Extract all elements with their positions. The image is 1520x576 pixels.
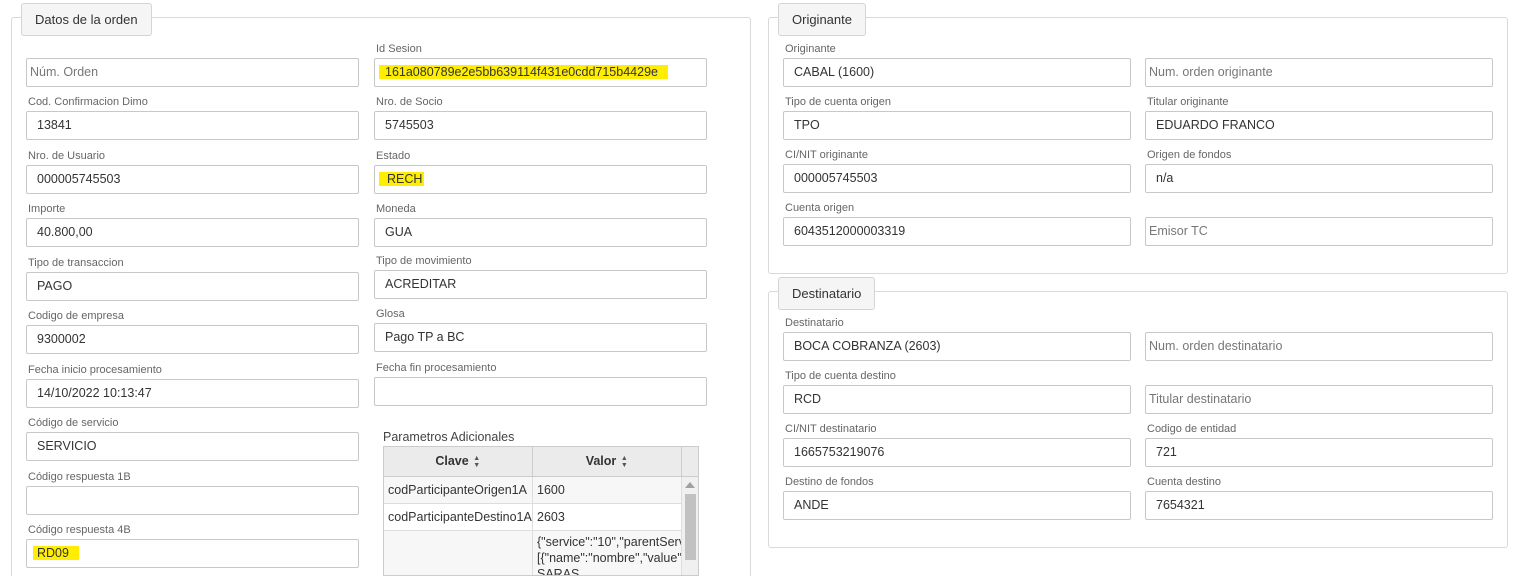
ci-nit-destinatario-input[interactable]: 1665753219076: [783, 438, 1131, 467]
codigo-entidad-label: Codigo de entidad: [1147, 423, 1237, 435]
codigo-servicio-input[interactable]: SERVICIO: [26, 432, 359, 461]
glosa-input[interactable]: Pago TP a BC: [374, 323, 707, 352]
estado-input[interactable]: RECH: [374, 165, 707, 194]
estado-label: Estado: [376, 150, 411, 162]
tipo-cuenta-origen-input[interactable]: TPO: [783, 111, 1131, 140]
destinatario-legend: Destinatario: [778, 277, 876, 310]
scrollbar-thumb[interactable]: [685, 494, 696, 560]
valor-line-3: SARAS: [537, 567, 580, 576]
col-valor-header[interactable]: Valor ▲▼: [533, 447, 682, 477]
titular-destinatario-input[interactable]: Titular destinatario: [1145, 385, 1493, 414]
codigo-empresa-label: Codigo de empresa: [28, 310, 125, 322]
scroll-up-icon[interactable]: [685, 482, 695, 488]
tipo-cuenta-destino-input[interactable]: RCD: [783, 385, 1131, 414]
nro-socio-label: Nro. de Socio: [376, 96, 443, 108]
header-filler: [682, 447, 698, 477]
origen-fondos-label: Origen de fondos: [1147, 149, 1232, 161]
moneda-label: Moneda: [376, 203, 416, 215]
titular-originante-input[interactable]: EDUARDO FRANCO: [1145, 111, 1493, 140]
nro-usuario-input[interactable]: 000005745503: [26, 165, 359, 194]
parametros-grid: Clave ▲▼ Valor ▲▼ codParticipanteOrigen1A …: [383, 446, 699, 576]
origen-fondos-input[interactable]: n/a: [1145, 164, 1493, 193]
id-sesion-label: Id Sesion: [376, 43, 422, 55]
tipo-cuenta-destino-label: Tipo de cuenta destino: [785, 370, 896, 382]
nro-usuario-label: Nro. de Usuario: [28, 150, 106, 162]
valor-line-1: {"service":"10","parentServ: [537, 535, 682, 549]
cuenta-destino-label: Cuenta destino: [1147, 476, 1221, 488]
moneda-input[interactable]: GUA: [374, 218, 707, 247]
sort-icon: ▲▼: [620, 454, 628, 469]
codigo-servicio-label: Código de servicio: [28, 417, 119, 429]
valor-line-2: [{"name":"nombre","value": [537, 551, 682, 565]
titular-originante-label: Titular originante: [1147, 96, 1229, 108]
cuenta-origen-input[interactable]: 6043512000003319: [783, 217, 1131, 246]
nro-socio-input[interactable]: 5745503: [374, 111, 707, 140]
fecha-fin-input[interactable]: [374, 377, 707, 406]
codigo-resp-4b-label: Código respuesta 4B: [28, 524, 131, 536]
tipo-movimiento-label: Tipo de movimiento: [376, 255, 472, 267]
col-valor-label: Valor: [585, 454, 617, 468]
destino-fondos-input[interactable]: ANDE: [783, 491, 1131, 520]
ci-nit-originante-label: CI/NIT originante: [785, 149, 868, 161]
table-row-1-clave: codParticipanteOrigen1A: [384, 477, 533, 504]
table-row-1-valor: 1600: [533, 477, 682, 504]
codigo-resp-4b-value: RD09: [33, 546, 79, 560]
num-orden-originante-input[interactable]: Num. orden originante: [1145, 58, 1493, 87]
datos-orden-legend: Datos de la orden: [21, 3, 152, 36]
cuenta-destino-input[interactable]: 7654321: [1145, 491, 1493, 520]
codigo-empresa-input[interactable]: 9300002: [26, 325, 359, 354]
ci-nit-destinatario-label: CI/NIT destinatario: [785, 423, 877, 435]
destino-fondos-label: Destino de fondos: [785, 476, 874, 488]
importe-label: Importe: [28, 203, 66, 215]
id-sesion-input[interactable]: 161a080789e2e5bb639114f431e0cdd715b4429e: [374, 58, 707, 87]
codigo-entidad-input[interactable]: 721: [1145, 438, 1493, 467]
sort-icon: ▲▼: [473, 454, 481, 469]
ci-nit-originante-input[interactable]: 000005745503: [783, 164, 1131, 193]
col-clave-header[interactable]: Clave ▲▼: [384, 447, 533, 477]
glosa-label: Glosa: [376, 308, 405, 320]
originante-legend: Originante: [778, 3, 866, 36]
destinatario-input[interactable]: BOCA COBRANZA (2603): [783, 332, 1131, 361]
cod-confirmacion-label: Cod. Confirmacion Dimo: [28, 96, 148, 108]
originante-label: Originante: [785, 43, 836, 55]
emisor-tc-input[interactable]: Emisor TC: [1145, 217, 1493, 246]
importe-input[interactable]: 40.800,00: [26, 218, 359, 247]
table-row-3-valor: {"service":"10","parentServ [{"name":"no…: [533, 531, 682, 576]
codigo-resp-4b-input[interactable]: RD09: [26, 539, 359, 568]
table-row-2-valor: 2603: [533, 504, 682, 531]
fecha-inicio-label: Fecha inicio procesamiento: [28, 364, 162, 376]
table-row-3-clave: [384, 531, 533, 575]
tipo-movimiento-input[interactable]: ACREDITAR: [374, 270, 707, 299]
col-clave-label: Clave: [435, 454, 469, 468]
fecha-fin-label: Fecha fin procesamiento: [376, 362, 497, 374]
tipo-cuenta-origen-label: Tipo de cuenta origen: [785, 96, 891, 108]
tipo-transaccion-input[interactable]: PAGO: [26, 272, 359, 301]
tipo-transaccion-label: Tipo de transaccion: [28, 257, 124, 269]
table-row-2-clave: codParticipanteDestino1A: [384, 504, 533, 531]
cod-confirmacion-input[interactable]: 13841: [26, 111, 359, 140]
parametros-caption: Parametros Adicionales: [383, 430, 515, 444]
cuenta-origen-label: Cuenta origen: [785, 202, 855, 214]
originante-input[interactable]: CABAL (1600): [783, 58, 1131, 87]
estado-value: RECH: [379, 172, 425, 186]
destinatario-label: Destinatario: [785, 317, 844, 329]
fecha-inicio-input[interactable]: 14/10/2022 10:13:47: [26, 379, 359, 408]
num-orden-input[interactable]: Núm. Orden: [26, 58, 359, 87]
id-sesion-value: 161a080789e2e5bb639114f431e0cdd715b4429e: [379, 65, 668, 79]
num-orden-destinatario-input[interactable]: Num. orden destinatario: [1145, 332, 1493, 361]
codigo-resp-1b-input[interactable]: [26, 486, 359, 515]
codigo-resp-1b-label: Código respuesta 1B: [28, 471, 131, 483]
